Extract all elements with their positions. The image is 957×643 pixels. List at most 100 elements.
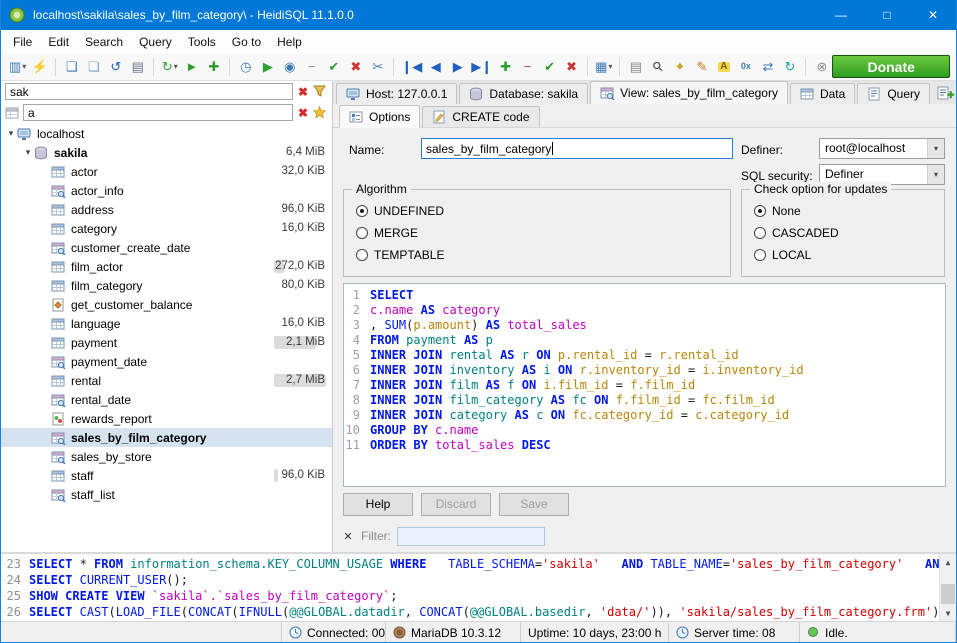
copy-button[interactable]: ❏ xyxy=(61,55,82,79)
tab-database-sakila[interactable]: Database: sakila xyxy=(459,83,588,104)
highlight-button[interactable]: A xyxy=(713,55,734,79)
log-scrollbar[interactable]: ▲ ▼ xyxy=(939,554,956,621)
tree-item-film-actor[interactable]: film_actor272,0 KiB xyxy=(1,257,332,276)
definer-select[interactable]: root@localhost ▾ xyxy=(819,138,945,159)
reload-button[interactable]: ↻ xyxy=(779,55,800,79)
view-sql-editor[interactable]: 1SELECT2c.name AS category3, SUM(p.amoun… xyxy=(343,283,946,487)
new-query-tab-button[interactable]: ✚ xyxy=(936,84,955,101)
help-button[interactable]: Help xyxy=(343,493,413,516)
tree-item-language[interactable]: language16,0 KiB xyxy=(1,314,332,333)
radio-local[interactable]: LOCAL xyxy=(754,248,944,262)
rec-first-button[interactable]: ❙◀ xyxy=(399,55,424,79)
hex-button[interactable]: 0x xyxy=(735,55,756,79)
cancel-button[interactable]: ✖ xyxy=(345,55,366,79)
print-button[interactable]: ▤ xyxy=(127,55,148,79)
filter-input[interactable] xyxy=(397,527,545,546)
menu-query[interactable]: Query xyxy=(131,32,180,52)
discard-button[interactable]: Discard xyxy=(421,493,491,516)
switch-button[interactable]: ⇄ xyxy=(757,55,778,79)
tree-item-actor[interactable]: actor32,0 KiB xyxy=(1,162,332,181)
key-button[interactable]: ✦ xyxy=(669,55,690,79)
close-button[interactable]: ✕ xyxy=(910,0,956,30)
menu-file[interactable]: File xyxy=(5,32,40,52)
radio-none[interactable]: None xyxy=(754,204,944,218)
rec-prev-button[interactable]: ◀ xyxy=(425,55,446,79)
filter-icon[interactable] xyxy=(313,85,328,99)
tree-item-rewards-report[interactable]: rewards_report xyxy=(1,409,332,428)
maximize-button[interactable]: □ xyxy=(864,0,910,30)
tree-item-staff-list[interactable]: staff_list xyxy=(1,485,332,504)
subtab-options[interactable]: Options xyxy=(339,105,420,128)
radio-cascaded[interactable]: CASCADED xyxy=(754,226,944,240)
table-filter-input[interactable]: sak xyxy=(5,83,293,100)
radio-undefined[interactable]: UNDEFINED xyxy=(356,204,730,218)
info-button[interactable]: ◉ xyxy=(279,55,300,79)
tree-item-film-category[interactable]: film_category80,0 KiB xyxy=(1,276,332,295)
chevron-down-icon[interactable]: ▾ xyxy=(927,165,944,184)
save-button[interactable]: Save xyxy=(499,493,569,516)
tab-query[interactable]: Query xyxy=(857,83,930,104)
tree-item-category[interactable]: category16,0 KiB xyxy=(1,219,332,238)
create-new-button[interactable]: ✚ xyxy=(203,55,224,79)
rec-last-button[interactable]: ▶❙ xyxy=(469,55,494,79)
tree-item-payment-date[interactable]: payment_date xyxy=(1,352,332,371)
close-filter-icon[interactable]: ✕ xyxy=(341,530,355,543)
undo-button[interactable]: ↺ xyxy=(105,55,126,79)
tab-host-127-0-0-1[interactable]: Host: 127.0.0.1 xyxy=(336,83,457,104)
donate-button[interactable]: Donate xyxy=(832,55,950,78)
object-filter-input[interactable]: a xyxy=(23,104,293,121)
collapse-arrow-icon[interactable] xyxy=(5,128,17,139)
scrollbar-thumb[interactable] xyxy=(941,584,955,604)
collapse-arrow-icon[interactable] xyxy=(22,147,34,158)
tree-item-sakila[interactable]: sakila6,4 MiB xyxy=(1,143,332,162)
rec-delete-button[interactable]: − xyxy=(517,55,538,79)
tree-item-sales-by-film-category[interactable]: sales_by_film_category xyxy=(1,428,332,447)
copy-insert-button[interactable]: ❏ xyxy=(83,55,104,79)
menu-help[interactable]: Help xyxy=(269,32,310,52)
tree-item-payment[interactable]: payment2,1 MiB xyxy=(1,333,332,352)
tree-item-actor-info[interactable]: actor_info xyxy=(1,181,332,200)
disconnect-button[interactable]: ⚡ xyxy=(29,55,50,79)
rec-insert-button[interactable]: ✚ xyxy=(495,55,516,79)
view-name-input[interactable]: sales_by_film_category xyxy=(421,138,733,159)
menu-go-to[interactable]: Go to xyxy=(224,32,269,52)
abort-button[interactable]: ⊗ xyxy=(811,55,832,79)
cut-button[interactable]: ✂ xyxy=(367,55,388,79)
apply-button[interactable]: ✔ xyxy=(323,55,344,79)
favorites-icon[interactable] xyxy=(313,106,328,120)
data-grid-button[interactable]: ▦▾ xyxy=(593,55,614,79)
tree-item-address[interactable]: address96,0 KiB xyxy=(1,200,332,219)
rec-post-button[interactable]: ✔ xyxy=(539,55,560,79)
tree-item-staff[interactable]: staff96,0 KiB xyxy=(1,466,332,485)
radio-temptable[interactable]: TEMPTABLE xyxy=(356,248,730,262)
rec-next-button[interactable]: ▶ xyxy=(447,55,468,79)
scroll-up-icon[interactable]: ▲ xyxy=(940,554,956,570)
tab-data[interactable]: Data xyxy=(790,83,855,104)
find-button[interactable]: ⚲ xyxy=(647,55,668,79)
minus-button[interactable]: − xyxy=(301,55,322,79)
menu-tools[interactable]: Tools xyxy=(180,32,224,52)
scroll-down-icon[interactable]: ▼ xyxy=(940,605,956,621)
clear-object-filter-button[interactable]: ✖ xyxy=(296,106,310,120)
rec-cancel-button[interactable]: ✖ xyxy=(561,55,582,79)
tab-view-sales-by-film-category[interactable]: View: sales_by_film_category xyxy=(590,81,788,104)
user-manager-button[interactable]: ► xyxy=(181,55,202,79)
tree-item-rental[interactable]: rental2,7 MiB xyxy=(1,371,332,390)
tree-item-get-customer-balance[interactable]: get_customer_balance xyxy=(1,295,332,314)
radio-merge[interactable]: MERGE xyxy=(356,226,730,240)
timer-button[interactable]: ◷ xyxy=(235,55,256,79)
tree-item-rental-date[interactable]: rental_date xyxy=(1,390,332,409)
menu-search[interactable]: Search xyxy=(77,32,131,52)
execute-button[interactable]: ▶ xyxy=(257,55,278,79)
chevron-down-icon[interactable]: ▾ xyxy=(927,139,944,158)
tree-item-sales-by-store[interactable]: sales_by_store xyxy=(1,447,332,466)
subtab-create-code[interactable]: CREATE code xyxy=(422,106,539,127)
session-manager-button[interactable]: ▥▾ xyxy=(7,55,28,79)
tree-item-customer-create-date[interactable]: customer_create_date xyxy=(1,238,332,257)
menu-edit[interactable]: Edit xyxy=(40,32,77,52)
minimize-button[interactable]: — xyxy=(818,0,864,30)
export-button[interactable]: ▤ xyxy=(625,55,646,79)
tree-item-localhost[interactable]: localhost xyxy=(1,124,332,143)
clear-table-filter-button[interactable]: ✖ xyxy=(296,85,310,99)
refresh-button[interactable]: ↻▾ xyxy=(159,55,180,79)
